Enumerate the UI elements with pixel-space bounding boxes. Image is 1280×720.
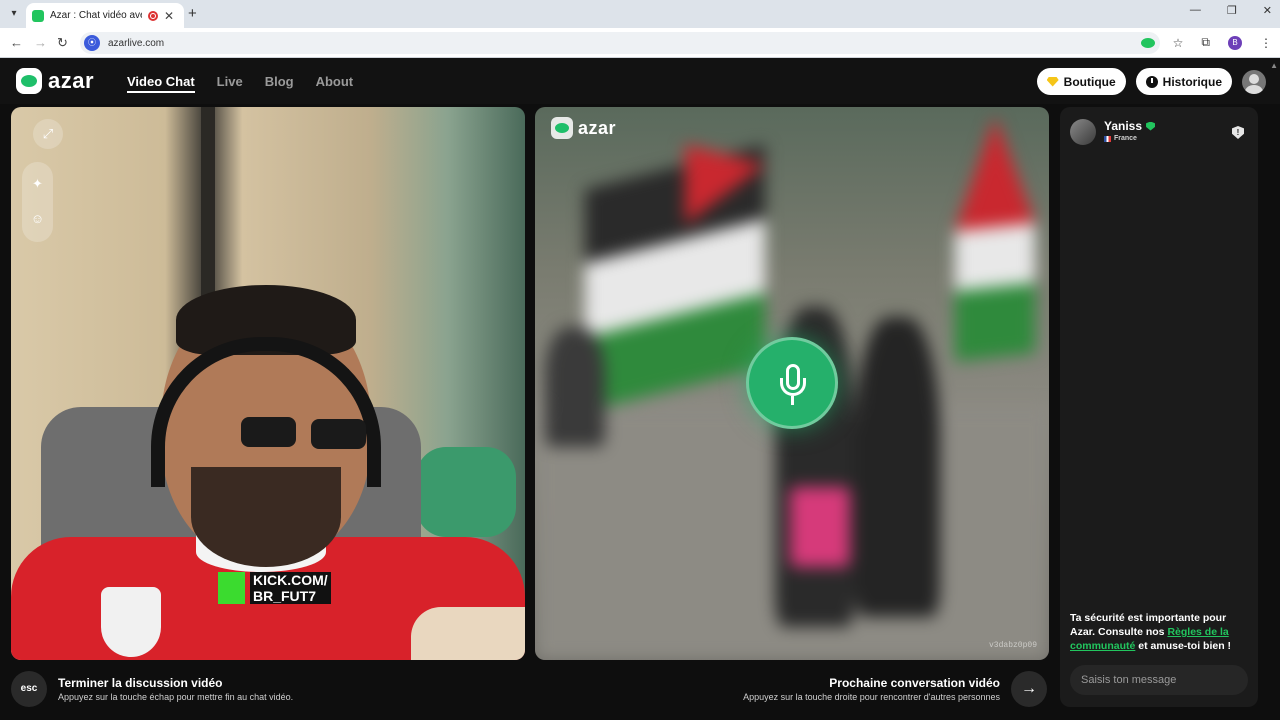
tab-close-icon[interactable]: ✕ xyxy=(164,9,174,23)
diamond-icon xyxy=(1046,76,1059,87)
bookmark-star-icon[interactable]: ☆ xyxy=(1173,36,1184,50)
clock-icon xyxy=(1145,75,1158,88)
chat-panel: Yaniss France ! Ta sécurité est importan… xyxy=(1060,107,1258,707)
header-actions: Boutique Historique xyxy=(1036,68,1266,95)
azar-logo-icon xyxy=(551,117,573,139)
watermark-text: azar xyxy=(578,117,617,138)
browser-tab[interactable]: Azar : Chat vidéo avec de n ✕ xyxy=(26,3,184,28)
kick-overlay: KICK.COM/ BR_FUT7 xyxy=(218,572,344,604)
back-icon[interactable]: ← xyxy=(10,35,23,50)
nav-about[interactable]: About xyxy=(316,74,354,93)
arrow-right-icon: → xyxy=(1021,680,1037,697)
account-avatar[interactable] xyxy=(1242,69,1266,94)
microphone-icon[interactable] xyxy=(746,337,838,429)
kick-logo-icon xyxy=(218,572,245,604)
next-chat-subtitle: Appuyez sur la touche droite pour rencon… xyxy=(743,692,1000,702)
safety-notice: Ta sécurité est importante pour Azar. Co… xyxy=(1070,611,1250,653)
minimize-icon[interactable]: — xyxy=(1190,4,1201,17)
recording-indicator-icon xyxy=(148,10,158,21)
end-chat-subtitle: Appuyez sur la touche échap pour mettre … xyxy=(58,692,294,702)
background-person xyxy=(545,327,605,447)
profile-avatar[interactable]: B xyxy=(1228,35,1242,50)
shop-button[interactable]: Boutique xyxy=(1036,68,1126,95)
pillow xyxy=(416,447,516,537)
app-header: azar Video Chat Live Blog About Boutique… xyxy=(0,58,1280,104)
partner-name: Yaniss xyxy=(1104,119,1143,133)
partner-country-row: France xyxy=(1104,135,1155,142)
report-shield-icon[interactable]: ! xyxy=(1232,126,1244,139)
history-button[interactable]: Historique xyxy=(1135,68,1232,95)
extension-icon[interactable] xyxy=(1140,37,1155,48)
sparkle-effects-icon[interactable]: ✦ xyxy=(22,169,53,199)
person-1-shorts xyxy=(790,487,850,567)
next-chat-button[interactable]: → xyxy=(1011,671,1047,707)
restore-icon[interactable]: ❐ xyxy=(1227,4,1237,17)
kick-line-2: BR_FUT7 xyxy=(253,588,317,604)
new-tab-button[interactable]: + xyxy=(188,5,197,22)
azar-logo[interactable]: azar xyxy=(16,68,94,94)
tab-list-chevron-icon[interactable]: ▾ xyxy=(6,6,22,22)
end-chat-button[interactable]: esc xyxy=(11,671,47,707)
flag-right xyxy=(955,113,1035,362)
partner-name-row: Yaniss xyxy=(1104,119,1156,133)
effects-toolbar: ✦ ☺ xyxy=(22,162,53,242)
person-2 xyxy=(855,317,940,617)
reload-icon[interactable]: ↻ xyxy=(57,35,68,51)
url-field[interactable]: ⦿ azarlive.com xyxy=(80,32,1160,54)
window-controls: — ❐ ✕ xyxy=(1190,4,1272,17)
history-label: Historique xyxy=(1162,74,1222,89)
close-window-icon[interactable]: ✕ xyxy=(1263,4,1272,17)
azar-favicon-icon xyxy=(32,9,44,22)
azar-logo-icon xyxy=(16,68,42,94)
nav-live[interactable]: Live xyxy=(217,74,243,93)
expand-icon[interactable]: ⤢ xyxy=(33,119,63,149)
toolbar-icons: ☆ ⧉ B ⋮ xyxy=(1140,35,1272,50)
partner-video: azar v3dabz0p09 xyxy=(535,107,1049,660)
site-info-icon[interactable]: ⦿ xyxy=(84,35,100,51)
next-chat-title: Prochaine conversation vidéo xyxy=(829,676,1000,690)
browser-address-bar: ← → ↻ ⦿ azarlive.com ☆ ⧉ B ⋮ xyxy=(0,28,1280,58)
browser-menu-icon[interactable]: ⋮ xyxy=(1260,36,1272,50)
france-flag-icon xyxy=(1104,135,1111,142)
verified-shield-icon xyxy=(1146,121,1156,131)
safety-text-2: et amuse-toi bien ! xyxy=(1135,640,1232,652)
kick-line-1: KICK.COM/ xyxy=(253,572,328,588)
video-watermark-logo: azar xyxy=(551,117,616,139)
extensions-puzzle-icon[interactable]: ⧉ xyxy=(1201,35,1210,50)
club-crest xyxy=(101,587,161,657)
logo-text: azar xyxy=(48,68,95,93)
sunglasses-left-lens xyxy=(241,417,296,447)
partner-country: France xyxy=(1114,135,1137,142)
tab-title: Azar : Chat vidéo avec de n xyxy=(50,10,142,21)
flag-left xyxy=(585,145,765,412)
face-filter-icon[interactable]: ☺ xyxy=(22,204,53,234)
end-chat-title: Terminer la discussion vidéo xyxy=(58,676,223,690)
partner-avatar[interactable] xyxy=(1070,119,1096,145)
message-input[interactable]: Saisis ton message xyxy=(1070,665,1248,695)
main-nav: Video Chat Live Blog About xyxy=(127,74,353,93)
shop-label: Boutique xyxy=(1063,74,1116,89)
nav-blog[interactable]: Blog xyxy=(265,74,294,93)
partner-info[interactable]: Yaniss France xyxy=(1070,119,1156,145)
kick-overlay-text: KICK.COM/ BR_FUT7 xyxy=(250,572,331,604)
scroll-up-arrow-icon[interactable]: ▲ xyxy=(1270,61,1278,70)
sunglasses-right-lens xyxy=(311,419,366,449)
url-text: azarlive.com xyxy=(108,37,165,49)
forward-icon[interactable]: → xyxy=(34,35,47,50)
browser-tab-bar: ▾ Azar : Chat vidéo avec de n ✕ + — ❐ ✕ xyxy=(0,0,1280,28)
session-id: v3dabz0p09 xyxy=(988,641,1037,650)
hand xyxy=(411,607,525,660)
nav-video-chat[interactable]: Video Chat xyxy=(127,74,195,93)
